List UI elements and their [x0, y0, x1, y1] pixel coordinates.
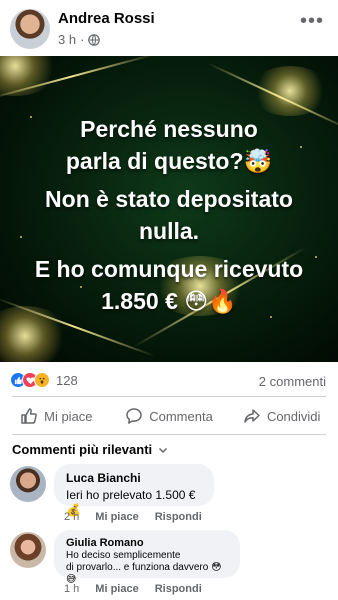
comments-count[interactable]: 2 commenti — [259, 374, 326, 389]
comment-time: 2 h — [64, 511, 80, 523]
comment-like-button[interactable]: Mi piace — [95, 511, 138, 523]
post-meta: 3 h · — [58, 32, 101, 47]
more-options-icon[interactable]: ••• — [300, 11, 324, 31]
comment-reply-button[interactable]: Rispondi — [155, 511, 202, 523]
comment-actions: 2 h Mi piace Rispondi — [64, 511, 202, 523]
reaction-count: 128 — [56, 372, 78, 388]
post-time[interactable]: 3 h — [58, 32, 76, 47]
post-header: Andrea Rossi 3 h · ••• — [0, 0, 338, 56]
image-text-line: nulla. — [138, 218, 200, 244]
image-text-line: 1.850 € 😳🔥 — [101, 288, 237, 314]
divider — [12, 434, 326, 435]
comment-button[interactable]: Commenta — [113, 400, 226, 432]
like-label: Mi piace — [44, 408, 93, 424]
image-text-line: Non è stato depositato — [45, 186, 293, 212]
comment-bubble: Luca Bianchi Ieri ho prelevato 1.500 € 💰 — [54, 464, 214, 517]
thumbs-up-icon — [21, 408, 38, 424]
comment-icon — [126, 408, 142, 424]
comment-like-button[interactable]: Mi piace — [95, 583, 138, 595]
reactions-summary[interactable]: 128 — [10, 372, 78, 388]
commenter-avatar[interactable] — [10, 466, 46, 502]
comment-label: Commenta — [149, 408, 213, 424]
share-button[interactable]: Condividi — [225, 400, 338, 432]
image-text-line: parla di questo?🤯 — [65, 148, 273, 174]
light-glow — [250, 66, 330, 116]
comment-text: Ho deciso semplicemente — [66, 550, 181, 561]
divider — [12, 396, 326, 397]
comments-sort-label: Commenti più rilevanti — [12, 442, 153, 457]
comment-reply-button[interactable]: Rispondi — [155, 583, 202, 595]
chevron-down-icon — [159, 447, 168, 453]
light-glow — [0, 56, 60, 96]
comment-actions: 1 h Mi piace Rispondi — [64, 583, 202, 595]
globe-icon[interactable] — [88, 33, 101, 46]
comments-sort-dropdown[interactable]: Commenti più rilevanti — [12, 442, 168, 457]
share-label: Condividi — [266, 408, 321, 424]
commenter-name[interactable]: Luca Bianchi — [66, 471, 202, 485]
share-icon — [244, 409, 260, 423]
image-text-line: Perché nessuno — [80, 116, 258, 142]
meta-separator: · — [80, 32, 85, 47]
comment-time: 1 h — [64, 583, 80, 595]
comment-bubble: Giulia Romano Ho deciso semplicemente di… — [54, 530, 240, 585]
author-name[interactable]: Andrea Rossi — [58, 10, 155, 27]
post-image[interactable]: Perché nessuno parla di questo?🤯 Non è s… — [0, 56, 338, 362]
like-button[interactable]: Mi piace — [0, 400, 113, 432]
commenter-avatar[interactable] — [10, 532, 46, 568]
image-text-line: E ho comunque ricevuto — [34, 256, 304, 282]
commenter-name[interactable]: Giulia Romano — [66, 537, 228, 549]
action-bar: Mi piace Commenta Condividi — [0, 400, 338, 432]
author-avatar[interactable] — [10, 9, 50, 49]
wow-icon — [34, 372, 50, 388]
